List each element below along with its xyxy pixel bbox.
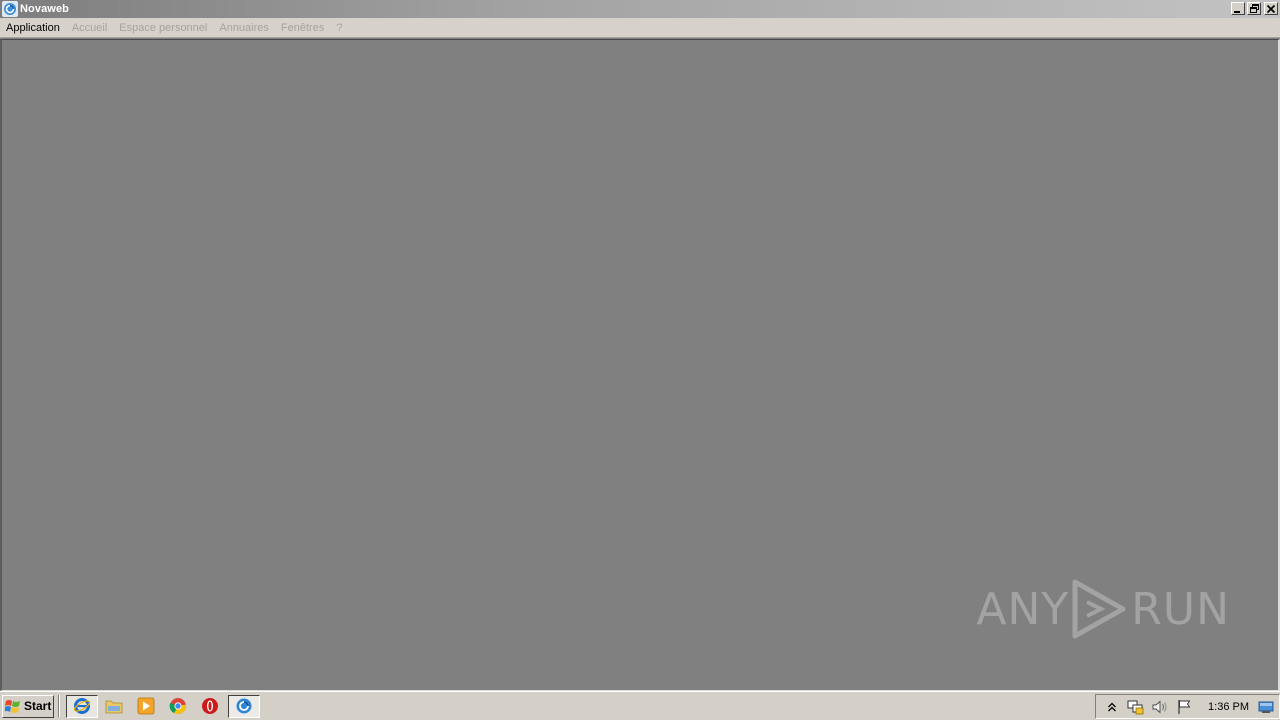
flag-icon	[1178, 699, 1191, 714]
quick-launch	[64, 694, 226, 718]
novaweb-app-icon	[236, 698, 252, 714]
minimize-icon	[1234, 10, 1240, 13]
opera-button[interactable]	[194, 695, 226, 718]
file-explorer-button[interactable]	[98, 695, 130, 718]
watermark-left-text: ANY	[976, 583, 1070, 635]
menu-bar: Application Accueil Espace personnel Ann…	[0, 18, 1280, 38]
menu-accueil[interactable]: Accueil	[66, 18, 113, 38]
opera-icon	[202, 698, 218, 714]
restore-button[interactable]	[1247, 2, 1261, 15]
volume-icon	[1152, 700, 1167, 713]
show-desktop-button[interactable]	[1257, 698, 1275, 716]
minimize-button[interactable]	[1231, 2, 1245, 15]
taskbar: Start 1:36 PM	[0, 691, 1280, 720]
mdi-client-area: ANY RUN	[0, 39, 1280, 691]
chrome-button[interactable]	[162, 695, 194, 718]
desktop-icon	[1258, 701, 1274, 713]
clock[interactable]: 1:36 PM	[1208, 701, 1249, 713]
restore-icon	[1249, 4, 1259, 13]
play-logo-icon	[1072, 579, 1126, 639]
novaweb-app-icon[interactable]	[2, 1, 18, 17]
menu-fenetres[interactable]: Fenêtres	[275, 18, 330, 38]
close-button[interactable]	[1264, 2, 1278, 15]
taskbar-separator	[58, 695, 60, 717]
media-player-icon	[137, 697, 155, 715]
network-button[interactable]	[1126, 698, 1146, 716]
volume-button[interactable]	[1150, 698, 1170, 716]
window-title-bar[interactable]: Novaweb	[0, 0, 1280, 18]
window-title: Novaweb	[20, 3, 69, 15]
menu-annuaires[interactable]: Annuaires	[213, 18, 275, 38]
menu-help[interactable]: ?	[330, 18, 348, 38]
menu-espace-personnel[interactable]: Espace personnel	[113, 18, 213, 38]
novaweb-task-button[interactable]	[228, 694, 260, 718]
watermark-right-text: RUN	[1131, 583, 1230, 635]
chevron-up-icon	[1108, 702, 1116, 711]
internet-explorer-button[interactable]	[66, 694, 98, 718]
chrome-icon	[169, 698, 186, 715]
anyrun-watermark: ANY RUN	[976, 578, 1230, 640]
close-icon	[1267, 4, 1275, 13]
system-tray: 1:36 PM	[1095, 694, 1280, 719]
menu-application[interactable]: Application	[0, 18, 66, 38]
media-player-button[interactable]	[130, 695, 162, 718]
windows-logo-icon	[5, 700, 20, 713]
show-hidden-icons-button[interactable]	[1102, 698, 1122, 716]
internet-explorer-icon	[73, 698, 91, 714]
start-label: Start	[24, 699, 52, 713]
action-center-button[interactable]	[1174, 698, 1194, 716]
start-button[interactable]: Start	[2, 694, 54, 718]
network-icon	[1127, 700, 1144, 714]
file-explorer-icon	[105, 700, 123, 714]
